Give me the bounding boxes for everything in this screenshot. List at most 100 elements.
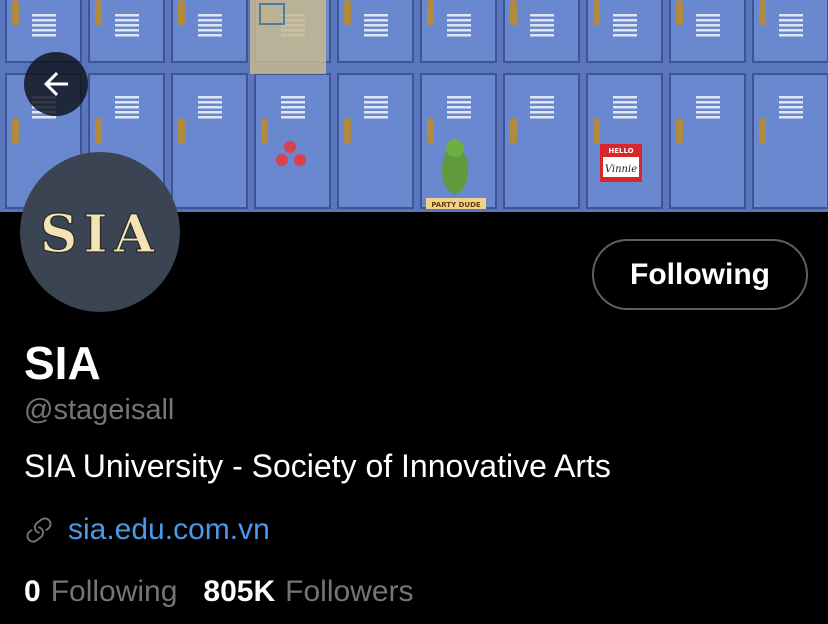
- locker-vent: [115, 116, 139, 119]
- locker-vent: [530, 116, 554, 119]
- locker-vent: [779, 116, 803, 119]
- locker-vent: [115, 106, 139, 109]
- followers-count: 805K: [203, 575, 276, 608]
- back-button[interactable]: [24, 52, 88, 116]
- avatar[interactable]: SIA: [20, 152, 180, 312]
- locker-vent: [696, 116, 720, 119]
- locker-vent: [613, 24, 637, 27]
- locker-vent: [198, 106, 222, 109]
- locker-vent: [32, 29, 56, 32]
- locker-handle: [95, 118, 102, 144]
- locker-vent: [32, 116, 56, 119]
- locker-vent: [613, 101, 637, 104]
- locker-vent: [198, 34, 222, 37]
- locker-vent: [530, 34, 554, 37]
- followers-label: Followers: [285, 575, 414, 608]
- locker-vent: [447, 29, 471, 32]
- svg-text:SIA: SIA: [40, 204, 160, 265]
- svg-text:PARTY DUDE: PARTY DUDE: [431, 201, 481, 209]
- locker-handle: [95, 0, 102, 26]
- locker-vent: [281, 116, 305, 119]
- locker-handle: [344, 0, 351, 26]
- poster-sticker: [250, 0, 326, 74]
- locker-handle: [344, 118, 351, 144]
- locker-vent: [198, 29, 222, 32]
- locker-vent: [696, 101, 720, 104]
- website-link[interactable]: sia.edu.com.vn: [68, 513, 270, 547]
- locker-vent: [32, 24, 56, 27]
- locker-vent: [115, 24, 139, 27]
- following-count: 0: [24, 575, 41, 608]
- locker-vent: [696, 24, 720, 27]
- locker-vent: [613, 96, 637, 99]
- locker-vent: [364, 14, 388, 17]
- locker-handle: [759, 118, 766, 144]
- locker-vent: [779, 106, 803, 109]
- locker-vent: [613, 19, 637, 22]
- following-label: Following: [50, 575, 178, 608]
- locker-vent: [364, 19, 388, 22]
- locker-vent: [198, 101, 222, 104]
- locker-vent: [115, 19, 139, 22]
- locker-vent: [364, 96, 388, 99]
- locker-vent: [447, 19, 471, 22]
- locker-handle: [12, 118, 19, 144]
- following-count-link[interactable]: 0 Following: [24, 575, 177, 609]
- locker-vent: [115, 111, 139, 114]
- locker-vent: [530, 101, 554, 104]
- locker-vent: [530, 106, 554, 109]
- locker-vent: [447, 24, 471, 27]
- locker-handle: [510, 0, 517, 26]
- locker-vent: [779, 111, 803, 114]
- locker-vent: [281, 106, 305, 109]
- locker-vent: [696, 96, 720, 99]
- locker-vent: [32, 19, 56, 22]
- locker-vent: [281, 111, 305, 114]
- locker-vent: [115, 96, 139, 99]
- locker-vent: [364, 101, 388, 104]
- locker-vent: [613, 29, 637, 32]
- locker-vent: [364, 34, 388, 37]
- locker-vent: [364, 111, 388, 114]
- following-button[interactable]: Following: [592, 239, 808, 310]
- locker-vent: [198, 14, 222, 17]
- locker-vent: [530, 96, 554, 99]
- locker-vent: [779, 34, 803, 37]
- locker-vent: [115, 101, 139, 104]
- svg-text:Vinnie: Vinnie: [605, 164, 637, 175]
- website-row: sia.edu.com.vn: [24, 510, 270, 550]
- locker-handle: [12, 0, 19, 26]
- arrow-left-icon: [44, 72, 68, 96]
- locker-vent: [198, 96, 222, 99]
- locker-vent: [198, 24, 222, 27]
- locker-vent: [115, 14, 139, 17]
- locker-vent: [447, 101, 471, 104]
- locker-vent: [198, 19, 222, 22]
- locker-vent: [779, 19, 803, 22]
- locker-vent: [32, 14, 56, 17]
- locker-vent: [32, 34, 56, 37]
- locker-vent: [364, 29, 388, 32]
- locker-vent: [198, 116, 222, 119]
- locker-vent: [364, 116, 388, 119]
- locker-handle: [510, 118, 517, 144]
- locker-vent: [613, 116, 637, 119]
- locker-vent: [779, 101, 803, 104]
- locker-vent: [364, 24, 388, 27]
- locker-handle: [593, 118, 600, 144]
- link-icon: [24, 514, 56, 546]
- locker-handle: [593, 0, 600, 26]
- locker-handle: [261, 118, 268, 144]
- locker-vent: [696, 14, 720, 17]
- followers-count-link[interactable]: 805K Followers: [203, 575, 413, 609]
- locker-vent: [779, 29, 803, 32]
- svg-text:HELLO: HELLO: [608, 147, 633, 155]
- locker-vent: [530, 29, 554, 32]
- locker-vent: [281, 96, 305, 99]
- locker-vent: [779, 96, 803, 99]
- locker-vent: [447, 14, 471, 17]
- locker-vent: [530, 111, 554, 114]
- sia-logo: SIA: [39, 203, 160, 265]
- locker-vent: [613, 34, 637, 37]
- locker-vent: [447, 34, 471, 37]
